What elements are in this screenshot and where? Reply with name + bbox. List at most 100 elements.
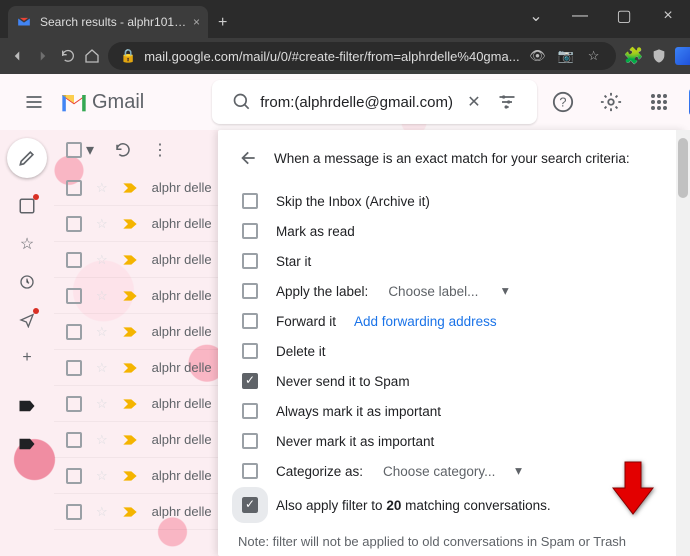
refresh-icon[interactable] — [114, 141, 132, 159]
chevron-down-icon: ▾ — [86, 140, 94, 160]
gmail-header: Gmail ✕ ? — [0, 74, 690, 130]
new-tab-button[interactable]: + — [208, 8, 237, 38]
gmail-m-icon — [60, 91, 88, 113]
star-icon[interactable]: ☆ — [96, 360, 108, 376]
chevron-down-icon[interactable]: ⌄ — [514, 0, 558, 32]
shield-icon[interactable] — [651, 46, 667, 66]
filter-option-skip-inbox[interactable]: Skip the Inbox (Archive it) — [238, 186, 666, 216]
filter-option-categorize[interactable]: Categorize as:Choose category... ▾ — [238, 456, 666, 486]
important-marker-icon[interactable] — [122, 182, 138, 194]
scrollbar[interactable] — [676, 130, 690, 556]
important-marker-icon[interactable] — [122, 398, 138, 410]
left-rail: ☆ + — [0, 130, 54, 556]
category-select[interactable]: Choose category... ▾ — [383, 463, 522, 479]
sender-name: alphr delle — [152, 504, 212, 519]
row-checkbox[interactable] — [66, 432, 82, 448]
search-input[interactable] — [260, 94, 459, 111]
forward-icon[interactable] — [34, 42, 52, 70]
star-icon[interactable]: ☆ — [96, 432, 108, 448]
sender-name: alphr delle — [152, 288, 212, 303]
important-marker-icon[interactable] — [122, 326, 138, 338]
important-marker-icon[interactable] — [122, 470, 138, 482]
gmail-logo-text: Gmail — [92, 91, 144, 114]
maximize-icon[interactable]: ▢ — [602, 0, 646, 32]
home-icon[interactable] — [84, 42, 100, 70]
alpho-logo-icon[interactable] — [675, 46, 690, 66]
search-icon[interactable] — [224, 92, 260, 112]
sender-name: alphr delle — [152, 468, 212, 483]
expand-more-icon[interactable]: + — [17, 348, 37, 368]
inbox-icon[interactable] — [17, 196, 37, 216]
star-icon[interactable]: ☆ — [96, 252, 108, 268]
close-window-icon[interactable]: × — [646, 0, 690, 32]
filter-option-mark-read[interactable]: Mark as read — [238, 216, 666, 246]
compose-button[interactable] — [7, 138, 47, 178]
filter-option-delete[interactable]: Delete it — [238, 336, 666, 366]
filter-option-apply-label[interactable]: Apply the label:Choose label... ▾ — [238, 276, 666, 306]
filter-option-never-important[interactable]: Never mark it as important — [238, 426, 666, 456]
star-icon[interactable]: ☆ — [584, 46, 604, 66]
star-icon[interactable]: ☆ — [96, 504, 108, 520]
apps-grid-icon[interactable] — [641, 84, 677, 120]
row-checkbox[interactable] — [66, 324, 82, 340]
filter-option-forward[interactable]: Forward itAdd forwarding address — [238, 306, 666, 336]
search-options-icon[interactable] — [489, 92, 525, 112]
important-marker-icon[interactable] — [122, 434, 138, 446]
row-checkbox[interactable] — [66, 180, 82, 196]
row-checkbox[interactable] — [66, 288, 82, 304]
sender-name: alphr delle — [152, 216, 212, 231]
extension-puzzle-icon[interactable]: 🧩 — [624, 46, 644, 66]
row-checkbox[interactable] — [66, 252, 82, 268]
filter-option-star[interactable]: Star it — [238, 246, 666, 276]
back-arrow-icon[interactable] — [238, 148, 258, 168]
scrollbar-thumb[interactable] — [678, 138, 688, 198]
filter-option-never-spam[interactable]: Never send it to Spam — [238, 366, 666, 396]
camera-icon[interactable]: 📷 — [556, 46, 576, 66]
star-icon[interactable]: ☆ — [96, 216, 108, 232]
settings-gear-icon[interactable] — [593, 84, 629, 120]
star-icon[interactable]: ☆ — [96, 396, 108, 412]
row-checkbox[interactable] — [66, 468, 82, 484]
label-2-icon[interactable] — [17, 434, 37, 454]
important-marker-icon[interactable] — [122, 362, 138, 374]
minimize-icon[interactable]: — — [558, 0, 602, 32]
important-marker-icon[interactable] — [122, 506, 138, 518]
select-all-checkbox[interactable]: ▾ — [66, 140, 94, 160]
important-marker-icon[interactable] — [122, 290, 138, 302]
eye-icon[interactable]: 👁 — [528, 46, 548, 66]
row-checkbox[interactable] — [66, 360, 82, 376]
page-content: Gmail ✕ ? ☆ + ▾ — [0, 74, 690, 556]
label-select[interactable]: Choose label... ▾ — [388, 283, 508, 299]
gmail-logo[interactable]: Gmail — [60, 91, 144, 114]
window-controls: ⌄ — ▢ × — [514, 0, 690, 32]
gmail-favicon — [16, 14, 32, 30]
row-checkbox[interactable] — [66, 504, 82, 520]
filter-option-also-apply[interactable]: Also apply filter to 20 matching convers… — [238, 490, 666, 520]
close-tab-icon[interactable]: × — [193, 15, 200, 29]
clear-search-icon[interactable]: ✕ — [459, 92, 488, 112]
search-bar: ✕ — [212, 80, 536, 124]
filter-option-always-important[interactable]: Always mark it as important — [238, 396, 666, 426]
star-icon[interactable]: ☆ — [96, 288, 108, 304]
more-icon[interactable]: ⋮ — [152, 140, 168, 160]
star-icon[interactable]: ☆ — [96, 468, 108, 484]
hamburger-icon[interactable] — [16, 84, 52, 120]
sent-icon[interactable] — [17, 310, 37, 330]
important-marker-icon[interactable] — [122, 254, 138, 266]
starred-icon[interactable]: ☆ — [17, 234, 37, 254]
browser-address-bar: 🔒 mail.google.com/mail/u/0/#create-filte… — [0, 38, 690, 74]
sender-name: alphr delle — [152, 324, 212, 339]
star-icon[interactable]: ☆ — [96, 180, 108, 196]
add-forwarding-link[interactable]: Add forwarding address — [354, 314, 497, 329]
url-field[interactable]: 🔒 mail.google.com/mail/u/0/#create-filte… — [108, 42, 616, 70]
help-icon[interactable]: ? — [545, 84, 581, 120]
back-icon[interactable] — [8, 42, 26, 70]
browser-tab[interactable]: Search results - alphr101@gmail. × — [8, 6, 208, 38]
label-1-icon[interactable] — [17, 396, 37, 416]
important-marker-icon[interactable] — [122, 218, 138, 230]
star-icon[interactable]: ☆ — [96, 324, 108, 340]
row-checkbox[interactable] — [66, 216, 82, 232]
snoozed-icon[interactable] — [17, 272, 37, 292]
row-checkbox[interactable] — [66, 396, 82, 412]
reload-icon[interactable] — [60, 42, 76, 70]
